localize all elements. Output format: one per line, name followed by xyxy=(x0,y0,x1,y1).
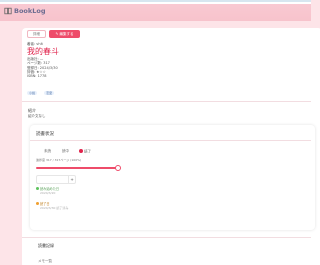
divider xyxy=(22,237,311,238)
notes-sub: メモ一覧 xyxy=(38,259,52,263)
author-line: 著者: vhlt xyxy=(27,42,43,46)
tab-detail[interactable]: 詳細 xyxy=(27,30,46,38)
notes-label: 読書記録 xyxy=(38,243,54,248)
progress-title: 読書状況 xyxy=(36,132,54,137)
radio-selected-icon xyxy=(79,149,83,153)
progress-slider[interactable] xyxy=(36,167,116,169)
orange-dot-icon xyxy=(36,201,39,205)
book-title: 我的春斗 xyxy=(27,47,59,57)
book-icon xyxy=(4,7,12,15)
status-start: 読み始めた日 2024/3/20 xyxy=(36,186,59,195)
tab-edit[interactable]: ✎ 編集する xyxy=(49,30,80,38)
page-stepper[interactable]: + xyxy=(36,175,76,184)
meta-isbn: ISBN: 1778 xyxy=(27,74,47,79)
app-title: BookLog xyxy=(14,7,46,15)
divider xyxy=(30,140,311,141)
app-header: BookLog xyxy=(0,0,311,21)
book-info: 著者: vhlt 我的春斗 出版社: — ページ数: 317 登録日: 2024… xyxy=(27,42,59,98)
radio-unread[interactable]: 未読 xyxy=(44,149,51,154)
radio-reading[interactable]: 読中 xyxy=(62,149,69,154)
stepper-plus-button[interactable]: + xyxy=(68,176,75,183)
tag-badge[interactable]: 恋愛 xyxy=(44,91,55,96)
green-dot-icon xyxy=(36,186,39,190)
status-finish: 読了日 2024/3/30 読了済み xyxy=(36,201,69,210)
divider xyxy=(22,101,311,102)
status-finish-date: 2024/3/30 読了済み xyxy=(40,206,69,210)
progress-slider-label: 進捗度 317 / 317ページ (100%) xyxy=(36,158,82,162)
tag-badge[interactable]: 小説 xyxy=(27,91,38,96)
status-start-date: 2024/3/20 xyxy=(40,191,56,195)
slider-handle[interactable] xyxy=(115,165,121,171)
radio-finished[interactable]: 読了 xyxy=(79,149,91,155)
intro-text: 紹介文なし xyxy=(28,114,46,118)
